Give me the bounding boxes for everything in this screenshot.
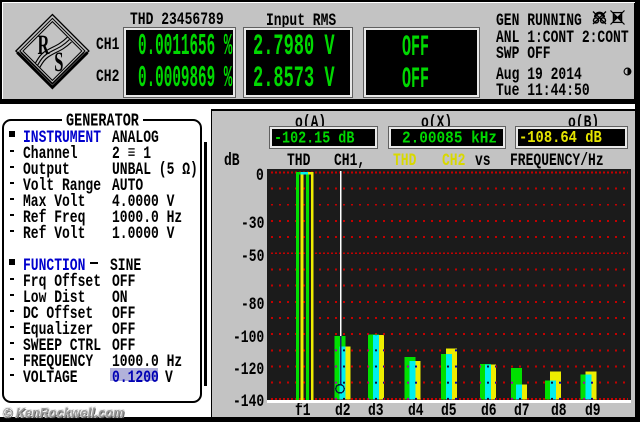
svg-text:R: R [38,30,50,61]
svg-text:S: S [54,47,63,78]
